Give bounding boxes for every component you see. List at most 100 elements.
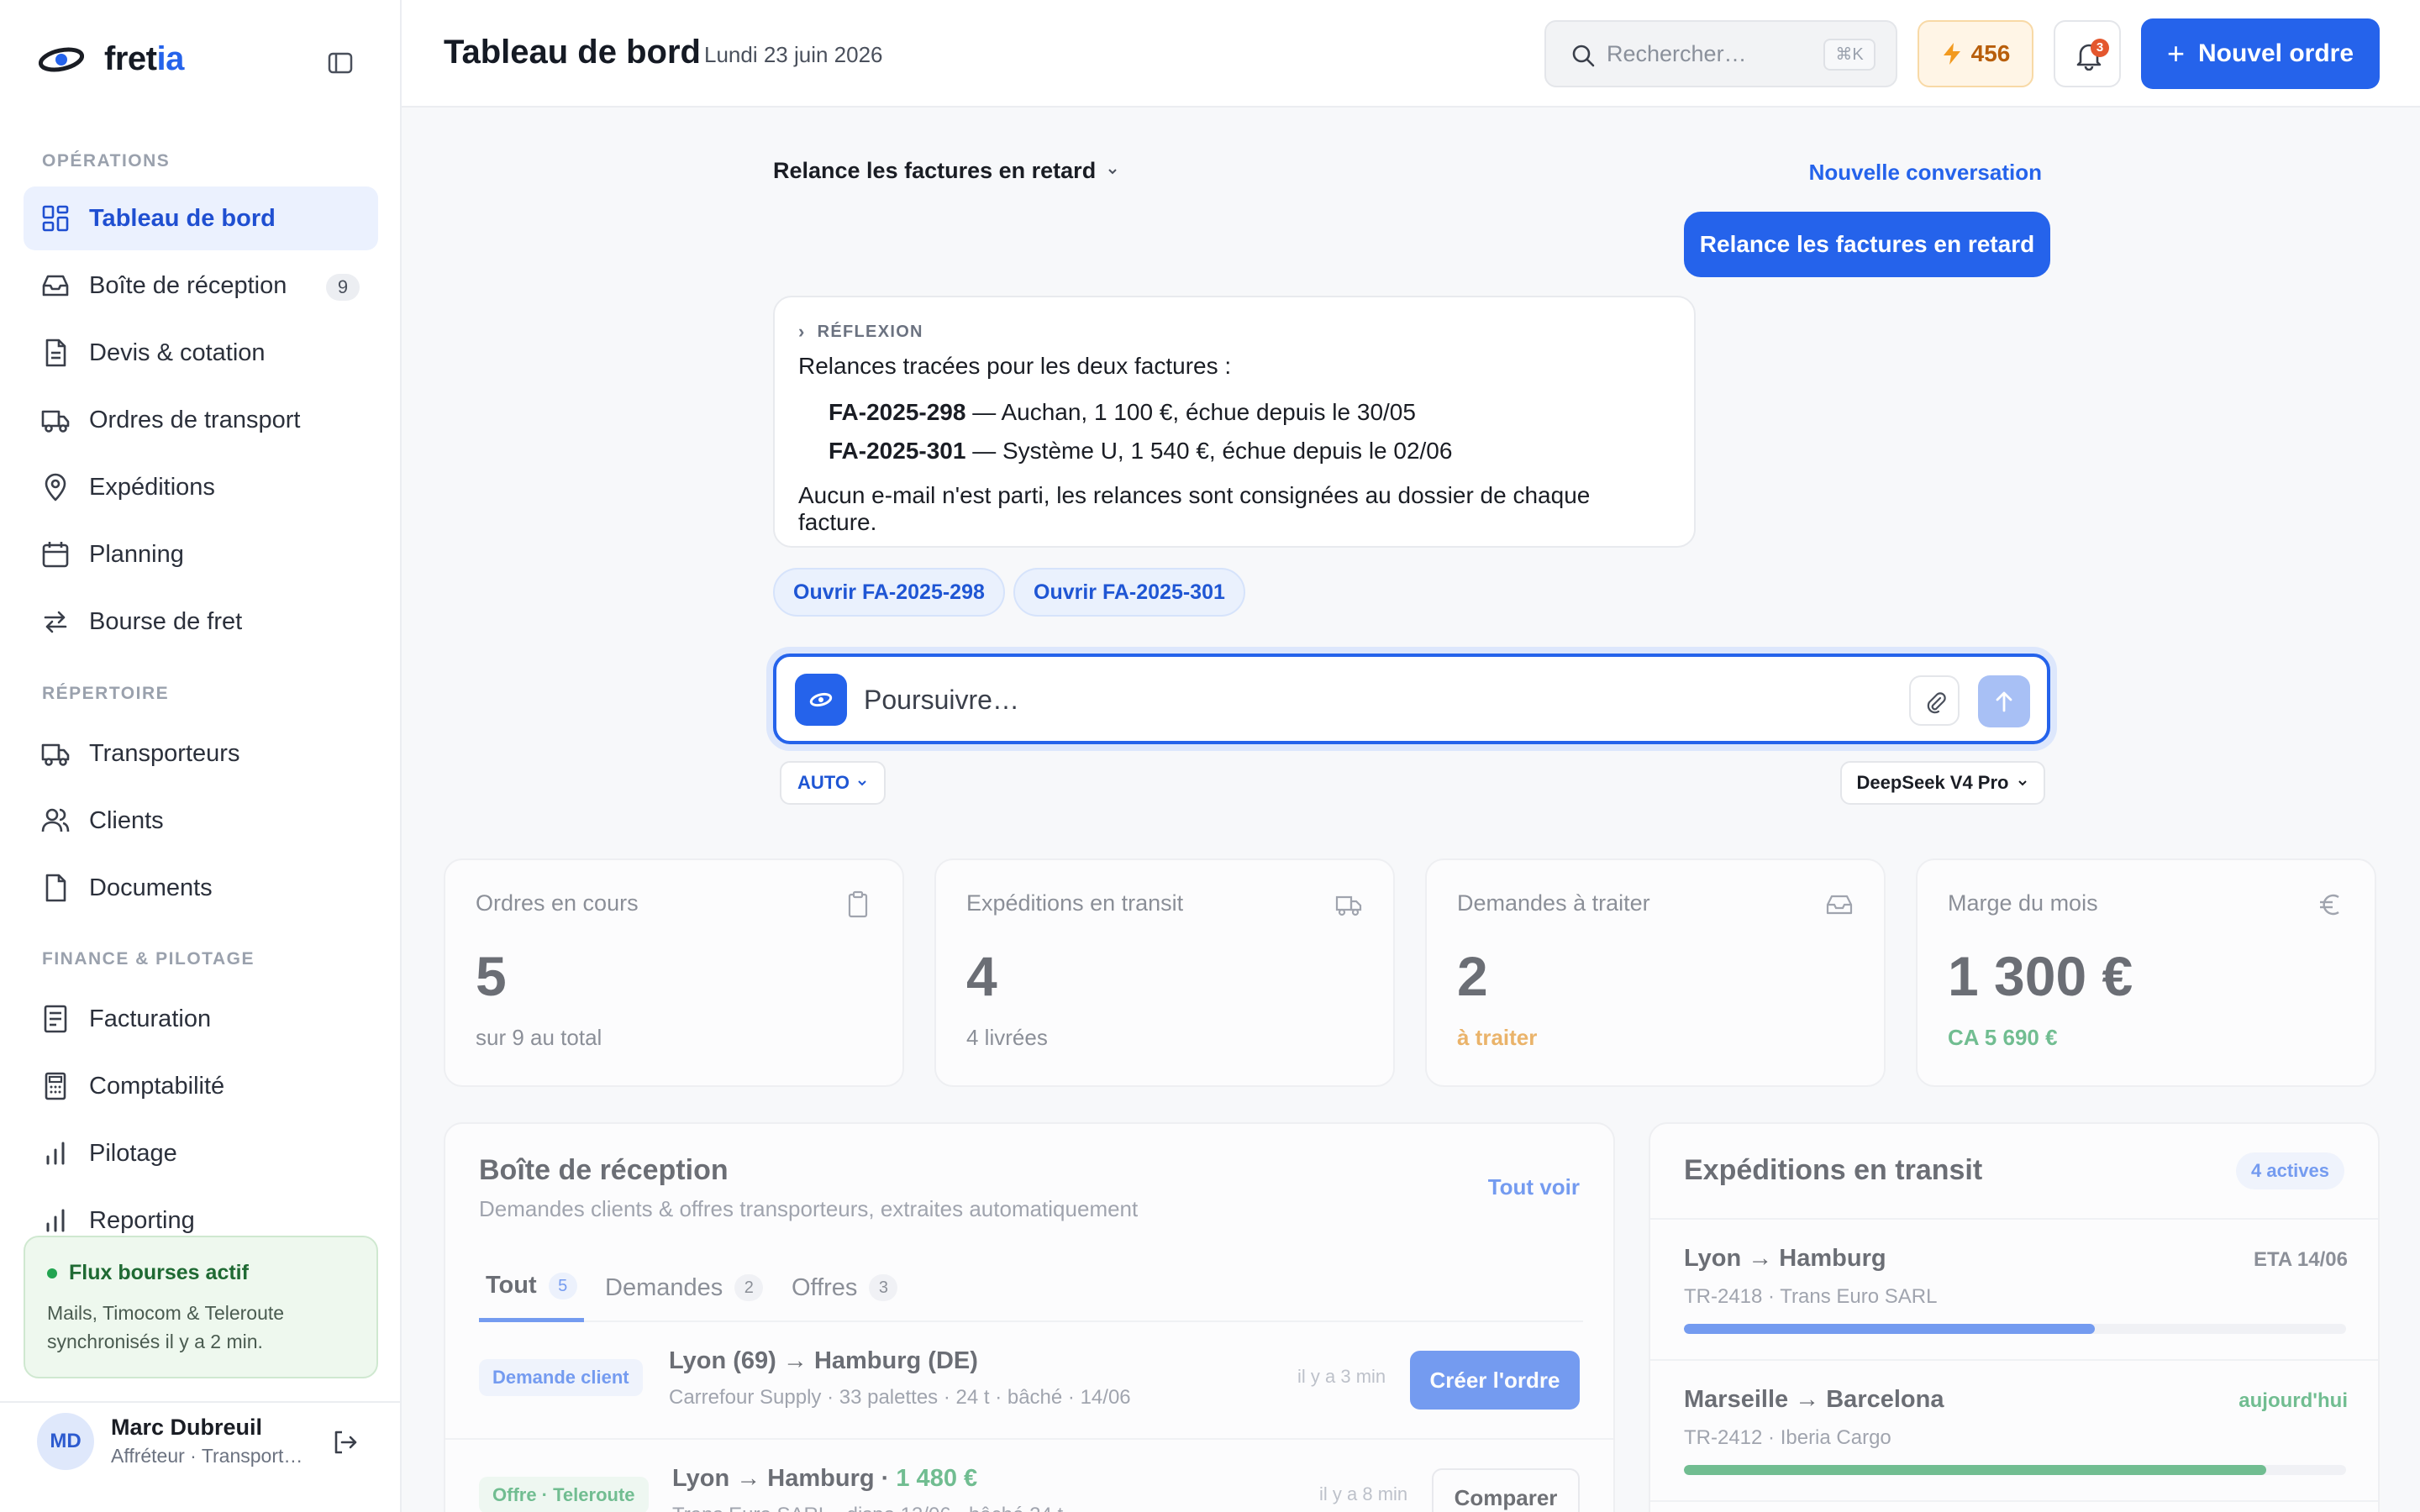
- table-row[interactable]: Demande client Lyon (69) → Hamburg (DE) …: [445, 1322, 1613, 1440]
- list-item: FA-2025-301 — Système U, 1 540 €, échue …: [829, 438, 1453, 464]
- type-badge: Offre · Teleroute: [479, 1477, 649, 1512]
- open-invoice-298-chip[interactable]: Ouvrir FA-2025-298: [773, 568, 1005, 617]
- sidebar-item-label: Bourse de fret: [89, 607, 243, 635]
- sidebar-item-label: Devis & cotation: [89, 339, 266, 366]
- sidebar-item-planning[interactable]: Planning: [24, 522, 378, 586]
- sidebar-item-boite-de-reception[interactable]: Boîte de réception 9: [24, 254, 378, 318]
- sidebar-item-comptabilite[interactable]: Comptabilité: [24, 1054, 378, 1118]
- eta: ETA 14/06: [2253, 1248, 2348, 1271]
- send-button[interactable]: [1978, 675, 2030, 727]
- sidebar-item-bourse-de-fret[interactable]: Bourse de fret: [24, 590, 378, 654]
- route: Marseille → Barcelona: [1684, 1386, 1944, 1413]
- sidebar-item-transporteurs[interactable]: Transporteurs: [24, 722, 378, 785]
- assistant-message: › RÉFLEXION Relances tracées pour les deu…: [773, 296, 1696, 548]
- stat-label: Marge du mois: [1948, 890, 2098, 916]
- truck-icon: [41, 410, 70, 433]
- new-conversation-link[interactable]: Nouvelle conversation: [1731, 160, 2042, 186]
- tab-demandes[interactable]: Demandes 2: [598, 1253, 770, 1322]
- tab-tout[interactable]: Tout 5: [479, 1253, 584, 1322]
- logout-icon[interactable]: [331, 1428, 360, 1457]
- sidebar-item-label: Transporteurs: [89, 739, 240, 767]
- calendar-icon: [42, 542, 69, 568]
- sidebar-item-label: Ordres de transport: [89, 406, 301, 433]
- users-icon: [41, 808, 70, 832]
- mode-selector[interactable]: AUTO: [780, 761, 886, 805]
- sidebar-item-label: Documents: [89, 874, 213, 901]
- create-order-button[interactable]: Créer l'ordre: [1410, 1351, 1580, 1410]
- row-subtitle: Carrefour Supply · 33 palettes · 24 t · …: [669, 1386, 1131, 1409]
- sidebar-item-label: Planning: [89, 540, 184, 568]
- stat-card-transit[interactable]: Expéditions en transit 4 4 livrées: [934, 858, 1395, 1087]
- credits-button[interactable]: 456: [1918, 20, 2033, 87]
- inbox-panel: Boîte de réception Demandes clients & of…: [444, 1122, 1615, 1512]
- sidebar-item-pilotage[interactable]: Pilotage: [24, 1121, 378, 1185]
- stat-card-orders[interactable]: Ordres en cours 5 sur 9 au total: [444, 858, 904, 1087]
- sidebar-toggle-icon[interactable]: [326, 49, 355, 77]
- stat-value: 2: [1457, 945, 1488, 1007]
- stat-card-margin[interactable]: Marge du mois 1 300 € CA 5 690 €: [1916, 858, 2376, 1087]
- flux-subtitle: Mails, Timocom & Teleroute synchronisés …: [47, 1302, 285, 1352]
- sidebar-item-devis[interactable]: Devis & cotation: [24, 321, 378, 385]
- transit-title: Expéditions en transit: [1684, 1154, 1983, 1186]
- inbox-subtitle: Demandes clients & offres transporteurs,…: [479, 1196, 1139, 1221]
- search-input[interactable]: [1607, 37, 1808, 71]
- user-profile[interactable]: MD Marc Dubreuil Affréteur · Transport…: [0, 1401, 400, 1512]
- table-row[interactable]: Offre · Teleroute Lyon → Hamburg · 1 480…: [445, 1440, 1613, 1512]
- chat-input[interactable]: [864, 677, 1788, 722]
- inbox-tabs: Tout 5 Demandes 2 Offres 3: [479, 1253, 1583, 1322]
- sidebar: fretia OPÉRATIONS Tableau de bord Boîte …: [0, 0, 402, 1512]
- truck-icon: [41, 743, 70, 766]
- see-all-link[interactable]: Tout voir: [1488, 1174, 1580, 1200]
- conversation-title-dropdown[interactable]: Relance les factures en retard: [773, 158, 1119, 184]
- sidebar-item-clients[interactable]: Clients: [24, 789, 378, 853]
- tab-offres[interactable]: Offres 3: [785, 1253, 904, 1322]
- arrow-up-icon: [1996, 691, 2012, 712]
- sidebar-item-facturation[interactable]: Facturation: [24, 987, 378, 1051]
- transit-panel: Expéditions en transit 4 actives Lyon → …: [1649, 1122, 2380, 1512]
- attach-button[interactable]: [1909, 675, 1960, 726]
- stat-card-requests[interactable]: Demandes à traiter 2 à traiter: [1425, 858, 1886, 1087]
- assistant-logo-icon: [795, 674, 847, 726]
- stat-sub: CA 5 690 €: [1948, 1025, 2058, 1050]
- open-invoice-301-chip[interactable]: Ouvrir FA-2025-301: [1013, 568, 1245, 617]
- truck-icon: [1335, 895, 1362, 916]
- section-operations: OPÉRATIONS: [42, 151, 171, 171]
- notifications-button[interactable]: 3: [2054, 20, 2121, 87]
- sidebar-item-ordres-de-transport[interactable]: Ordres de transport: [24, 388, 378, 452]
- sidebar-item-label: Tableau de bord: [89, 204, 276, 232]
- reflection-toggle[interactable]: › RÉFLEXION: [798, 321, 1670, 343]
- sidebar-item-label: Pilotage: [89, 1139, 177, 1167]
- status-dot: [47, 1268, 57, 1278]
- search-box[interactable]: ⌘K: [1544, 20, 1897, 87]
- model-selector[interactable]: DeepSeek V4 Pro: [1840, 761, 2045, 805]
- user-message: Relance les factures en retard: [1684, 212, 2050, 277]
- new-order-button[interactable]: + Nouvel ordre: [2141, 18, 2380, 89]
- stat-value: 5: [476, 945, 507, 1007]
- chevron-down-icon: [2018, 780, 2028, 786]
- stat-sub: sur 9 au total: [476, 1025, 602, 1050]
- logo[interactable]: fretia: [39, 40, 184, 78]
- shipment-row[interactable]: Marseille → Barcelona TR-2412 · Iberia Ca…: [1650, 1361, 2378, 1502]
- notification-badge: 3: [2091, 39, 2109, 57]
- row-title: Lyon → Hamburg · 1 480 €: [672, 1465, 978, 1492]
- progress-fill: [1684, 1324, 2095, 1334]
- compare-button[interactable]: Comparer: [1432, 1468, 1580, 1512]
- sidebar-item-expeditions[interactable]: Expéditions: [24, 455, 378, 519]
- section-repertoire: RÉPERTOIRE: [42, 684, 170, 703]
- bar-chart-icon: [46, 1209, 65, 1232]
- chevron-down-icon: [1108, 168, 1117, 174]
- sidebar-item-tableau-de-bord[interactable]: Tableau de bord: [24, 186, 378, 250]
- sidebar-item-documents[interactable]: Documents: [24, 856, 378, 920]
- sidebar-item-label: Clients: [89, 806, 164, 834]
- shipment-row[interactable]: Lyon → Hamburg TR-2418 · Trans Euro SARL E…: [1650, 1220, 2378, 1361]
- credits-count: 456: [1970, 40, 2011, 66]
- euro-icon: [2320, 894, 2339, 916]
- search-shortcut: ⌘K: [1823, 39, 1876, 71]
- swap-icon: [44, 611, 67, 633]
- sidebar-item-label: Facturation: [89, 1005, 212, 1032]
- eye-logo-icon: [39, 47, 84, 71]
- progress-bar: [1684, 1465, 2346, 1475]
- invoice-list: FA-2025-298 — Auchan, 1 100 €, échue dep…: [798, 393, 1670, 470]
- progress-bar: [1684, 1324, 2346, 1334]
- page-date: Lundi 23 juin 2026: [704, 42, 883, 67]
